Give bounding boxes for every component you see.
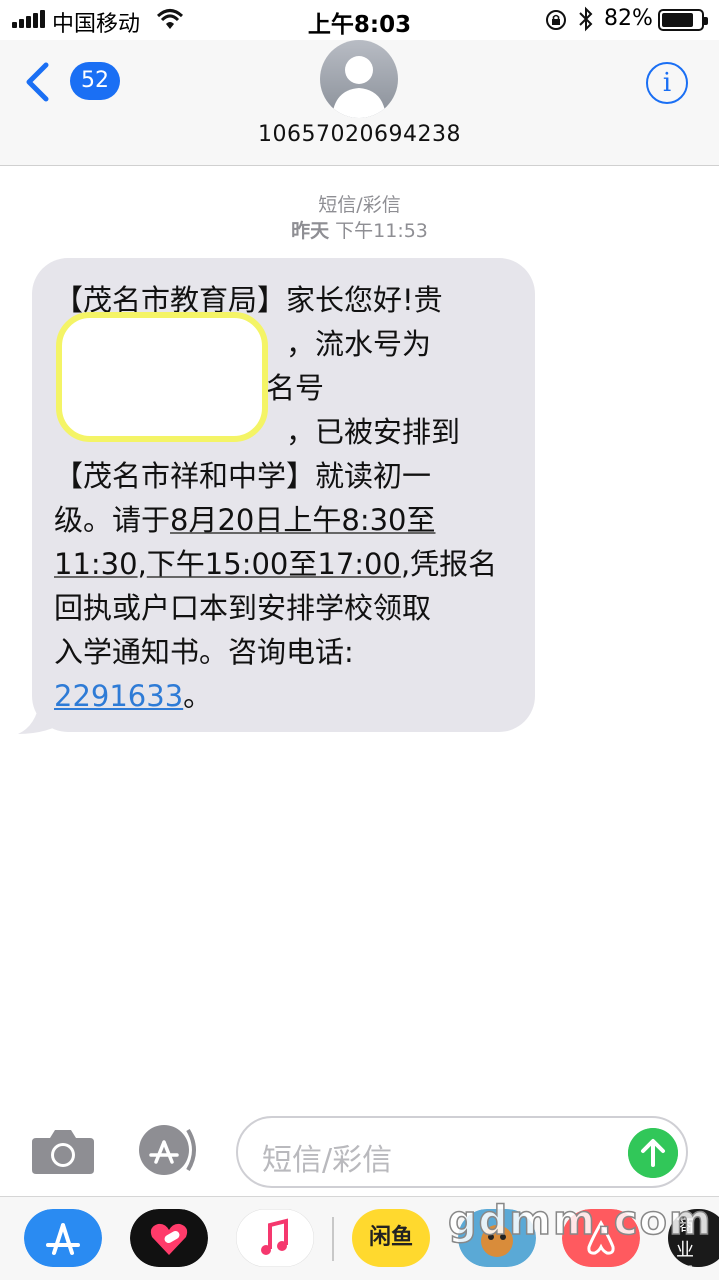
conversation-header: 52 10657020694238 i <box>0 40 719 166</box>
date-link[interactable]: 8月20日上午8:30至 <box>170 503 435 537</box>
message-type-label: 短信/彩信 <box>318 194 401 216</box>
message-text: 。 <box>183 679 213 713</box>
redaction-overlay <box>56 312 268 442</box>
xianyu-label: 闲鱼 <box>368 1225 413 1250</box>
app-store-icon[interactable] <box>24 1209 102 1267</box>
message-text: ,凭报名 <box>400 547 498 581</box>
message-text: , <box>137 547 147 581</box>
unread-count-badge: 52 <box>70 62 120 100</box>
message-line: 回执或户口本到安排学校领取 <box>54 591 432 625</box>
rotation-lock-icon <box>546 10 566 30</box>
contact-avatar[interactable] <box>320 40 398 118</box>
message-date: 昨天 <box>291 220 330 242</box>
message-time: 下午11:53 <box>335 220 428 242</box>
message-text: 级。请于 <box>54 503 171 537</box>
bluetooth-icon <box>579 6 593 32</box>
time-link[interactable]: 11:30 <box>54 547 138 581</box>
xianyu-icon[interactable]: 闲鱼 <box>352 1209 430 1267</box>
dock-divider <box>332 1217 334 1261</box>
music-icon[interactable] <box>236 1209 314 1267</box>
message-timestamp: 昨天 下午11:53 <box>0 216 719 243</box>
contact-number[interactable]: 10657020694238 <box>0 122 719 147</box>
message-line: 入学通知书。咨询电话: <box>54 635 354 669</box>
person-silhouette-icon <box>332 56 386 118</box>
battery-percent: 82% <box>604 6 653 31</box>
message-input[interactable]: 短信/彩信 <box>236 1116 688 1188</box>
message-input-placeholder: 短信/彩信 <box>262 1143 393 1178</box>
message-line: 2291633。 <box>54 674 212 718</box>
status-bar: 中国移动 上午8:03 82% <box>0 0 719 40</box>
message-line: 级。请于8月20日上午8:30至 <box>54 498 436 542</box>
digital-touch-icon[interactable] <box>130 1209 208 1267</box>
watermark: gdmm.com <box>447 1197 713 1245</box>
message-line: 【茂名市祥和中学】就读初一 <box>54 459 432 493</box>
camera-button[interactable] <box>32 1126 94 1174</box>
send-button[interactable] <box>628 1128 678 1178</box>
message-line: 11:30,下午15:00至17:00,凭报名 <box>54 542 497 586</box>
back-button[interactable]: 52 <box>18 58 120 108</box>
message-line: ，已被安排到 <box>286 415 461 449</box>
message-line: ，流水号为 <box>286 327 432 361</box>
app-store-button[interactable] <box>134 1124 202 1176</box>
message-line: 名号 <box>266 371 325 405</box>
phone-number-link[interactable]: 2291633 <box>54 679 183 713</box>
chevron-left-icon <box>26 62 49 102</box>
time-range-link[interactable]: 下午15:00至17:00 <box>147 547 401 581</box>
info-button[interactable]: i <box>646 62 688 104</box>
battery-icon <box>658 9 708 31</box>
